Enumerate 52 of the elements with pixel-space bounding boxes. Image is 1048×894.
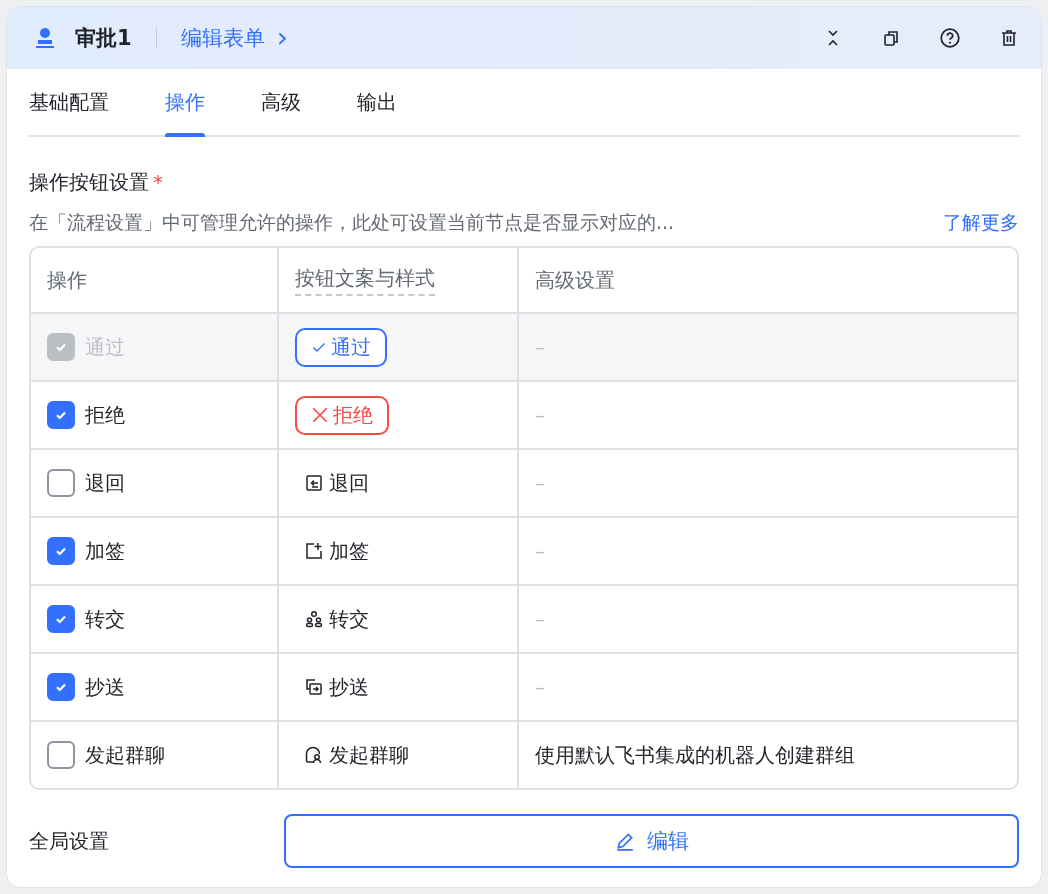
action-style-text[interactable]: 转交	[329, 605, 369, 633]
checkbox[interactable]	[47, 537, 75, 565]
action-label: 通过	[85, 333, 125, 361]
advanced-setting: –	[535, 675, 545, 699]
add-sign-icon	[305, 542, 323, 560]
advanced-setting: –	[535, 607, 545, 631]
cross-icon	[311, 406, 329, 424]
help-icon[interactable]	[939, 27, 961, 49]
global-settings-label: 全局设置	[29, 827, 110, 855]
checkbox[interactable]	[47, 673, 75, 701]
action-label: 抄送	[85, 673, 125, 701]
section-description: 在「流程设置」中可管理允许的操作，此处可设置当前节点是否显示对应的...	[29, 210, 675, 235]
advanced-setting: –	[535, 471, 545, 495]
advanced-setting: –	[535, 539, 545, 563]
checkbox[interactable]	[47, 469, 75, 497]
edit-form-link[interactable]: 编辑表单 ›	[180, 24, 288, 52]
advanced-setting: 使用默认飞书集成的机器人创建群组	[535, 741, 855, 769]
stamp-icon	[33, 26, 57, 50]
learn-more-link[interactable]: 了解更多	[943, 210, 1019, 236]
action-label: 转交	[85, 605, 125, 633]
edit-button[interactable]: 编辑	[284, 814, 1019, 868]
action-style-text[interactable]: 加签	[329, 537, 369, 565]
return-icon	[305, 474, 323, 492]
action-style-button[interactable]: 拒绝	[295, 395, 389, 435]
checkbox[interactable]	[47, 401, 75, 429]
tab[interactable]: 输出	[329, 69, 425, 135]
tab[interactable]: 基础配置	[29, 69, 137, 135]
copy-icon[interactable]	[881, 28, 901, 48]
chat-person-icon	[305, 746, 323, 764]
advanced-setting: –	[535, 335, 545, 359]
action-label: 拒绝	[85, 401, 125, 429]
column-header: 高级设置	[535, 266, 615, 294]
action-style-text[interactable]: 退回	[329, 469, 369, 497]
required-mark: *	[153, 170, 163, 194]
tab[interactable]: 高级	[233, 69, 329, 135]
action-label: 加签	[85, 537, 125, 565]
node-title: 审批1	[75, 25, 132, 52]
action-label: 退回	[85, 469, 125, 497]
column-header: 按钮文案与样式	[295, 264, 435, 296]
tab[interactable]: 操作	[137, 69, 233, 135]
action-style-text[interactable]: 抄送	[329, 673, 369, 701]
checkbox[interactable]	[47, 605, 75, 633]
pencil-icon	[614, 831, 635, 851]
people-icon	[305, 610, 323, 628]
section-title: 操作按钮设置	[29, 170, 149, 194]
copy-send-icon	[305, 678, 323, 696]
checkbox[interactable]	[47, 741, 75, 769]
delete-icon[interactable]	[999, 28, 1019, 48]
action-label: 发起群聊	[85, 741, 165, 769]
column-header: 操作	[47, 266, 87, 294]
action-style-text[interactable]: 发起群聊	[329, 741, 409, 769]
advanced-setting: –	[535, 403, 545, 427]
